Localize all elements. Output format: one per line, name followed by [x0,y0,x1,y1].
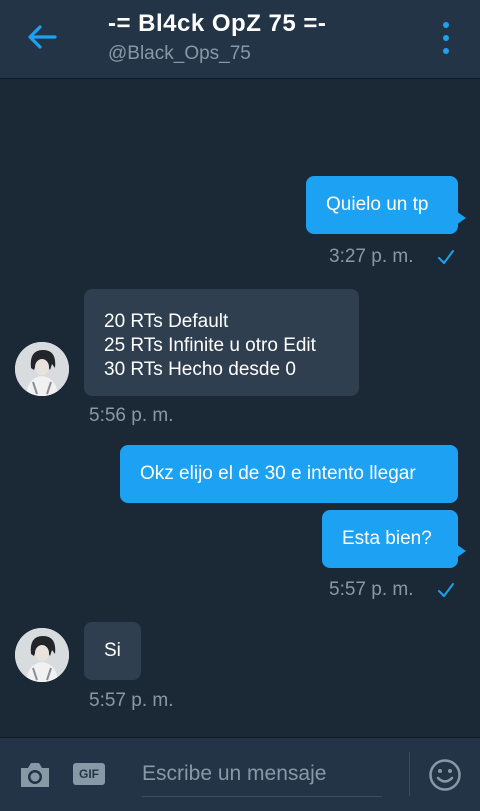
message-bubble-outgoing[interactable]: Esta bien? [322,510,458,568]
message-timestamp: 5:56 p. m. [89,405,174,426]
more-options-button[interactable] [440,22,452,54]
bubble-tail [456,544,466,558]
conversation-title: -= Bl4ck OpZ 75 =- [108,10,327,37]
avatar-image [15,628,69,682]
message-text: Esta bien? [342,528,432,549]
message-text: Okz elijo el de 30 e intento llegar [140,463,416,484]
arrow-left-icon [28,25,57,49]
message-bubble-outgoing[interactable]: Okz elijo el de 30 e intento llegar [120,445,458,503]
composer-divider [409,752,410,796]
message-text: Si [104,640,121,661]
message-line: 25 RTs Infinite u otro Edit [104,335,316,356]
message-timestamp: 5:57 p. m. [89,690,174,711]
conversation-header: -= Bl4ck OpZ 75 =- @Black_Ops_75 [0,0,480,79]
gif-button[interactable]: GIF [73,763,105,785]
message-timestamp: 3:27 p. m. [329,246,414,267]
avatar-image [15,342,69,396]
message-input[interactable] [142,752,382,797]
message-composer: GIF [0,737,480,811]
message-line: 30 RTs Hecho desde 0 [104,359,296,380]
back-button[interactable] [24,22,60,52]
more-vertical-icon [443,22,449,28]
message-bubble-incoming[interactable]: Si [84,622,141,680]
read-check-icon [438,583,454,597]
message-bubble-incoming[interactable]: 20 RTs Default 25 RTs Infinite u otro Ed… [84,289,359,396]
message-text: Quielo un tp [326,194,429,215]
contact-avatar[interactable] [15,628,69,682]
smiley-icon [429,759,461,791]
emoji-button[interactable] [428,758,462,792]
conversation-handle: @Black_Ops_75 [108,43,251,64]
camera-button[interactable] [18,760,52,790]
read-check-icon [438,250,454,264]
message-line: 20 RTs Default [104,311,229,332]
bubble-tail [456,211,466,225]
contact-avatar[interactable] [15,342,69,396]
message-timestamp: 5:57 p. m. [329,579,414,600]
camera-icon [21,763,49,787]
message-bubble-outgoing[interactable]: Quielo un tp [306,176,458,234]
